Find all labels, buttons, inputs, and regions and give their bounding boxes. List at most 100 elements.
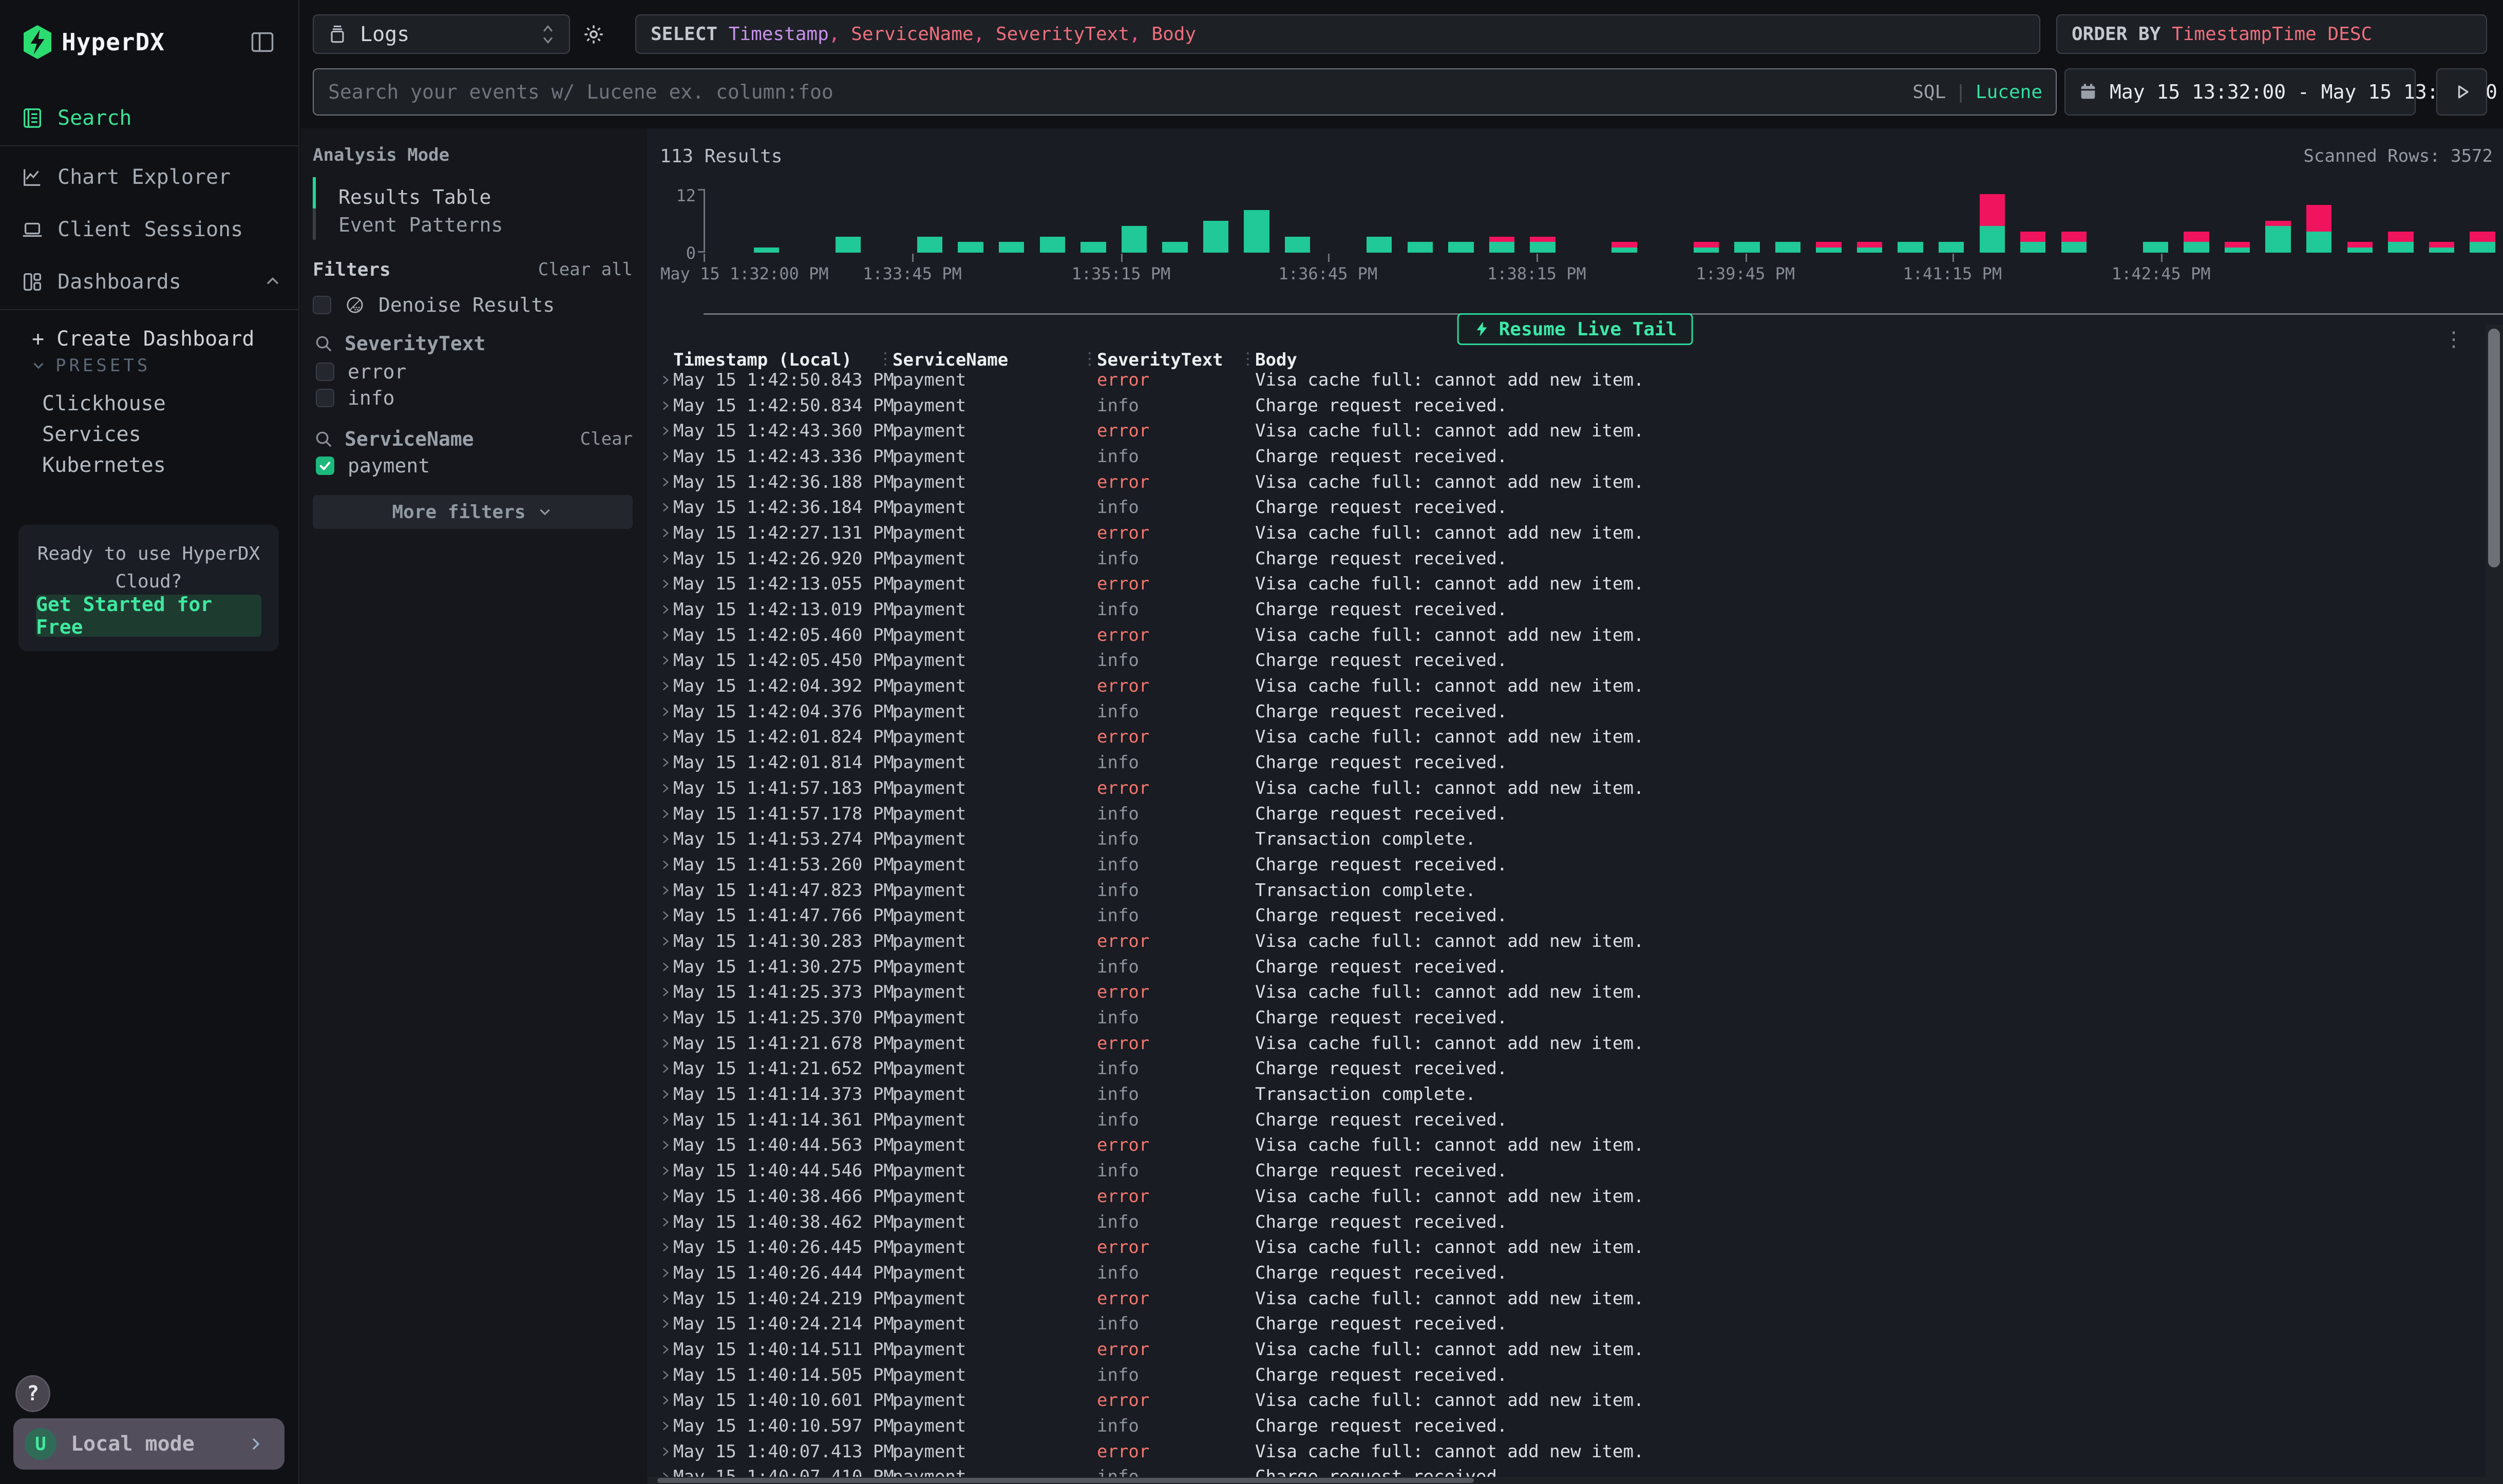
sidebar-item-search[interactable]: Search xyxy=(21,102,283,135)
row-expand-chevron-icon[interactable] xyxy=(659,450,673,463)
row-expand-chevron-icon[interactable] xyxy=(659,1037,673,1050)
row-expand-chevron-icon[interactable] xyxy=(659,629,673,642)
clear-all-button[interactable]: Clear all xyxy=(538,259,633,280)
histogram-bar[interactable] xyxy=(2054,189,2095,253)
table-row[interactable]: May 15 1:41:57.183 PMpaymenterrorVisa ca… xyxy=(647,775,2482,801)
table-row[interactable]: May 15 1:41:25.370 PMpaymentinfoCharge r… xyxy=(647,1005,2482,1031)
chevron-up-icon[interactable] xyxy=(262,272,283,292)
histogram-bar[interactable] xyxy=(2013,189,2054,253)
sidebar-item-client-sessions[interactable]: Client Sessions xyxy=(21,213,283,246)
histogram-bar[interactable] xyxy=(2421,189,2462,253)
row-expand-chevron-icon[interactable] xyxy=(659,884,673,897)
table-row[interactable]: May 15 1:42:01.824 PMpaymenterrorVisa ca… xyxy=(647,725,2482,750)
table-row[interactable]: May 15 1:41:53.260 PMpaymentinfoCharge r… xyxy=(647,852,2482,878)
table-row[interactable]: May 15 1:42:01.814 PMpaymentinfoCharge r… xyxy=(647,750,2482,775)
clear-group-button[interactable]: Clear xyxy=(580,429,633,449)
row-expand-chevron-icon[interactable] xyxy=(659,424,673,437)
table-row[interactable]: May 15 1:41:57.178 PMpaymentinfoCharge r… xyxy=(647,801,2482,827)
table-row[interactable]: May 15 1:41:30.275 PMpaymentinfoCharge r… xyxy=(647,954,2482,980)
row-expand-chevron-icon[interactable] xyxy=(659,603,673,616)
histogram-bar[interactable] xyxy=(2462,189,2503,253)
table-row[interactable]: May 15 1:40:07.413 PMpaymenterrorVisa ca… xyxy=(647,1439,2482,1464)
row-expand-chevron-icon[interactable] xyxy=(659,552,673,565)
table-row[interactable]: May 15 1:40:10.597 PMpaymentinfoCharge r… xyxy=(647,1413,2482,1439)
search-input[interactable] xyxy=(327,80,1912,104)
histogram-bar[interactable] xyxy=(1359,189,1400,253)
row-expand-chevron-icon[interactable] xyxy=(659,909,673,922)
row-expand-chevron-icon[interactable] xyxy=(659,679,673,693)
histogram-bar[interactable] xyxy=(1154,189,1196,253)
histogram-bar[interactable] xyxy=(705,189,746,253)
histogram-bar[interactable] xyxy=(1849,189,1890,253)
table-row[interactable]: May 15 1:40:14.505 PMpaymentinfoCharge r… xyxy=(647,1362,2482,1388)
tab-event-patterns[interactable]: Event Patterns xyxy=(338,212,503,238)
row-expand-chevron-icon[interactable] xyxy=(659,1113,673,1127)
row-expand-chevron-icon[interactable] xyxy=(659,1343,673,1356)
row-expand-chevron-icon[interactable] xyxy=(659,1394,673,1407)
table-row[interactable]: May 15 1:42:36.184 PMpaymentinfoCharge r… xyxy=(647,494,2482,520)
row-expand-chevron-icon[interactable] xyxy=(659,1138,673,1152)
presets-toggle[interactable]: PRESETS xyxy=(30,353,150,378)
tab-results-table[interactable]: Results Table xyxy=(338,184,491,210)
row-expand-chevron-icon[interactable] xyxy=(659,1011,673,1024)
histogram-bar[interactable] xyxy=(1727,189,1768,253)
histogram-bar[interactable] xyxy=(868,189,909,253)
table-row[interactable]: May 15 1:41:14.361 PMpaymentinfoCharge r… xyxy=(647,1107,2482,1133)
row-expand-chevron-icon[interactable] xyxy=(659,782,673,795)
preset-services[interactable]: Services xyxy=(42,420,141,449)
row-expand-chevron-icon[interactable] xyxy=(659,577,673,591)
table-row[interactable]: May 15 1:42:43.360 PMpaymenterrorVisa ca… xyxy=(647,418,2482,444)
histogram-bar[interactable] xyxy=(1196,189,1237,253)
histogram-bar[interactable] xyxy=(2217,189,2258,253)
table-row[interactable]: May 15 1:41:47.823 PMpaymentinfoTransact… xyxy=(647,878,2482,903)
row-expand-chevron-icon[interactable] xyxy=(659,1088,673,1101)
gear-icon[interactable] xyxy=(582,23,605,46)
table-row[interactable]: May 15 1:42:04.376 PMpaymentinfoCharge r… xyxy=(647,699,2482,725)
local-mode-menu[interactable]: U Local mode xyxy=(13,1418,285,1470)
histogram-bar[interactable] xyxy=(2094,189,2135,253)
table-row[interactable]: May 15 1:41:25.373 PMpaymenterrorVisa ca… xyxy=(647,980,2482,1005)
get-started-button[interactable]: Get Started for Free xyxy=(36,595,261,637)
row-expand-chevron-icon[interactable] xyxy=(659,756,673,769)
histogram-bar[interactable] xyxy=(1890,189,1931,253)
denoise-row[interactable]: Denoise Results xyxy=(313,291,633,319)
histogram-bar[interactable] xyxy=(1440,189,1482,253)
error-checkbox[interactable] xyxy=(316,363,334,381)
row-expand-chevron-icon[interactable] xyxy=(659,858,673,871)
histogram-bar[interactable] xyxy=(1400,189,1441,253)
histogram-bar[interactable] xyxy=(1768,189,1809,253)
table-row[interactable]: May 15 1:42:43.336 PMpaymentinfoCharge r… xyxy=(647,444,2482,469)
table-row[interactable]: May 15 1:42:50.843 PMpaymenterrorVisa ca… xyxy=(647,367,2482,393)
row-expand-chevron-icon[interactable] xyxy=(659,807,673,821)
mode-lucene[interactable]: Lucene xyxy=(1976,82,2042,103)
payment-checkbox[interactable] xyxy=(316,456,334,475)
table-row[interactable]: May 15 1:40:10.601 PMpaymenterrorVisa ca… xyxy=(647,1388,2482,1414)
column-resize-handle[interactable]: ⋮ xyxy=(1082,349,1098,368)
table-row[interactable]: May 15 1:40:24.214 PMpaymentinfoCharge r… xyxy=(647,1311,2482,1337)
table-row[interactable]: May 15 1:41:53.274 PMpaymentinfoTransact… xyxy=(647,826,2482,852)
row-expand-chevron-icon[interactable] xyxy=(659,1164,673,1177)
table-row[interactable]: May 15 1:40:26.445 PMpaymenterrorVisa ca… xyxy=(647,1234,2482,1260)
histogram-bar[interactable] xyxy=(1318,189,1359,253)
histogram-bar[interactable] xyxy=(1808,189,1849,253)
run-query-button[interactable] xyxy=(2436,68,2487,116)
table-row[interactable]: May 15 1:42:36.188 PMpaymenterrorVisa ca… xyxy=(647,469,2482,495)
histogram-bar[interactable] xyxy=(1563,189,1604,253)
row-expand-chevron-icon[interactable] xyxy=(659,654,673,667)
histogram-bar[interactable] xyxy=(1522,189,1563,253)
histogram-bar[interactable] xyxy=(2299,189,2340,253)
denoise-checkbox[interactable] xyxy=(313,296,331,314)
filter-option-error[interactable]: error xyxy=(316,357,633,386)
table-row[interactable]: May 15 1:40:38.466 PMpaymenterrorVisa ca… xyxy=(647,1184,2482,1209)
histogram-bar[interactable] xyxy=(1645,189,1686,253)
row-expand-chevron-icon[interactable] xyxy=(659,475,673,489)
histogram-bar[interactable] xyxy=(1931,189,1972,253)
histogram-bar[interactable] xyxy=(1604,189,1645,253)
row-expand-chevron-icon[interactable] xyxy=(659,501,673,514)
row-expand-chevron-icon[interactable] xyxy=(659,705,673,718)
histogram-bar[interactable] xyxy=(1114,189,1155,253)
row-expand-chevron-icon[interactable] xyxy=(659,1419,673,1433)
histogram-bar[interactable] xyxy=(1032,189,1073,253)
histogram-bar[interactable] xyxy=(1482,189,1523,253)
row-expand-chevron-icon[interactable] xyxy=(659,1317,673,1330)
